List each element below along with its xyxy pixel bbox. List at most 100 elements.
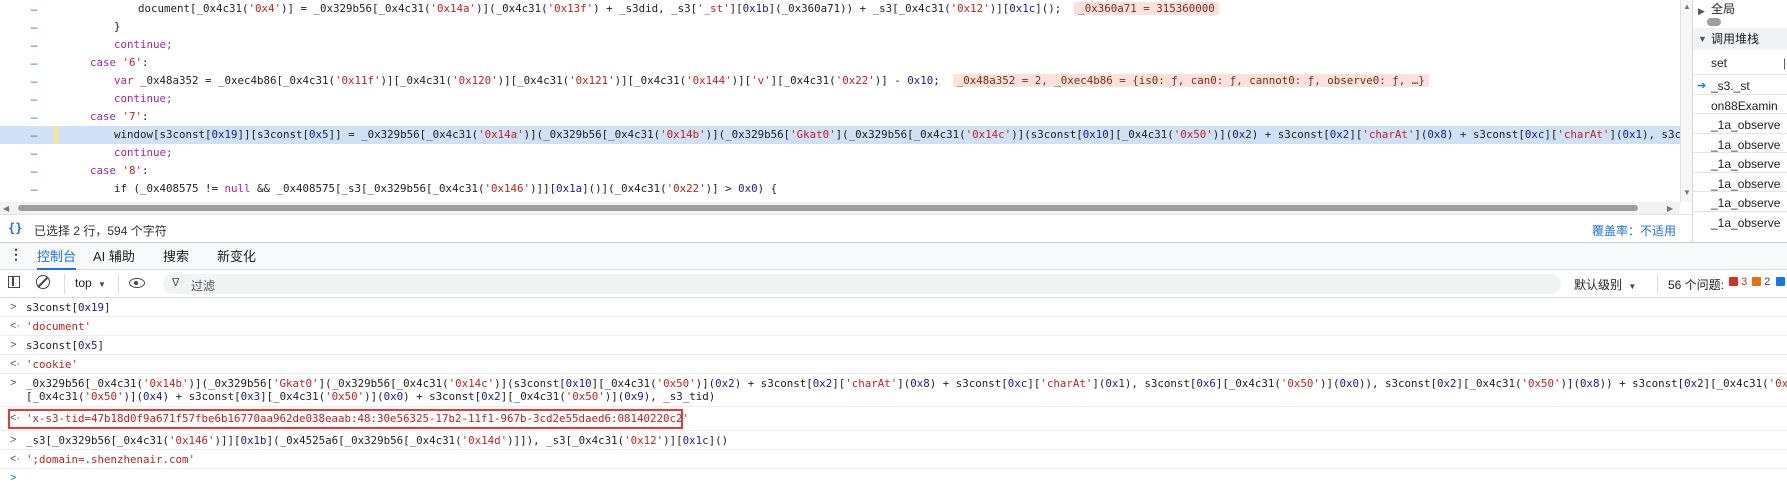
code-token: document[_0x4c31( bbox=[138, 2, 249, 15]
code-token: )][ bbox=[663, 434, 683, 447]
gutter-coverage-mark-icon[interactable]: – bbox=[28, 36, 40, 54]
source-editor[interactable]: – document[_0x4c31('0x4')] = _0x329b56[_0… bbox=[0, 0, 1680, 202]
editor-horizontal-scrollbar[interactable]: ◀ ▶ bbox=[0, 202, 1680, 214]
callstack-set-row[interactable]: set | bbox=[1693, 52, 1787, 74]
coverage-link[interactable]: 覆盖率：不适用 bbox=[1592, 222, 1676, 239]
console-input-entry[interactable]: > _0x329b56[_0x4c31('0x14b')](_0x329b56['… bbox=[0, 374, 1787, 407]
code-token: 0x6 bbox=[1196, 377, 1216, 390]
code-line[interactable]: – var _0x48a352 = _0xec4b86[_0x4c31('0x11… bbox=[0, 72, 1680, 90]
console-result-entry[interactable]: <· 'cookie' bbox=[0, 355, 1787, 374]
code-token: 0x5 bbox=[78, 339, 98, 352]
selection-info: 已选择 2 行，594 个字符 bbox=[34, 224, 167, 238]
code-token: ) { bbox=[757, 182, 778, 195]
console-result-entry[interactable]: <· 'document' bbox=[0, 317, 1787, 336]
gutter-coverage-mark-icon[interactable]: – bbox=[28, 0, 40, 18]
tab-ai-assist[interactable]: AI 辅助 bbox=[93, 243, 135, 270]
context-selector[interactable]: top ▼ bbox=[75, 276, 106, 290]
info-count-badge[interactable] bbox=[1776, 276, 1785, 288]
console-input-entry[interactable]: > _s3[_0x329b56[_0x4c31('0x146')]][0x1b](… bbox=[0, 431, 1787, 450]
scroll-down-arrow-icon[interactable]: ▼ bbox=[1683, 188, 1691, 197]
code-line[interactable]: – if (_0x408575 != null && _0x408575[_s3[… bbox=[0, 180, 1680, 198]
filter-input[interactable]: ∇ 过滤 bbox=[163, 274, 1561, 294]
code-line[interactable]: – window[s3const[0x19]][s3const[0x5]] = _… bbox=[0, 126, 1680, 144]
curly-braces-icon[interactable]: {} bbox=[8, 221, 22, 235]
code-token: case bbox=[90, 56, 123, 69]
code-token: ]][s3const[ bbox=[237, 128, 310, 141]
callstack-frame[interactable]: _1a_observe bbox=[1693, 210, 1787, 233]
warning-count-badge[interactable]: 2 bbox=[1752, 276, 1770, 288]
code-line[interactable]: – case '6': bbox=[0, 54, 1680, 72]
horizontal-scroll-thumb[interactable] bbox=[18, 205, 1638, 211]
clear-console-icon[interactable] bbox=[36, 275, 50, 289]
code-token: '0x50' bbox=[1280, 377, 1320, 390]
code-token: )](s3const[ bbox=[1011, 128, 1083, 141]
tab-search[interactable]: 搜索 bbox=[163, 243, 189, 270]
code-token: 0x5 bbox=[309, 128, 329, 141]
code-token: ';domain=.shenzhenair.com' bbox=[26, 453, 196, 466]
tab-console[interactable]: 控制台 bbox=[37, 243, 77, 270]
code-token: 0xc bbox=[1007, 377, 1028, 390]
code-line[interactable]: – continue; bbox=[0, 144, 1680, 162]
code-text: continue; bbox=[114, 144, 173, 162]
gutter-coverage-mark-icon[interactable]: – bbox=[28, 54, 40, 72]
gutter-coverage-mark-icon[interactable]: – bbox=[28, 144, 40, 162]
issues-button[interactable]: 56 个问题: bbox=[1668, 276, 1724, 293]
console-text: _s3[_0x329b56[_0x4c31('0x146')]][0x1b](_… bbox=[26, 434, 728, 447]
code-line[interactable]: – continue; bbox=[0, 36, 1680, 54]
code-line[interactable]: –} bbox=[0, 18, 1680, 36]
code-token: case bbox=[90, 164, 123, 177]
console-output[interactable]: > s3const[0x19] <·'document' > s3const[0x5] <… bbox=[0, 298, 1787, 503]
code-token: [_0x4c31( bbox=[26, 390, 85, 403]
callstack-title: 调用堆栈 bbox=[1711, 32, 1760, 46]
overflow-marker: | bbox=[1783, 56, 1787, 70]
expand-arrow-icon[interactable]: ▶ bbox=[1698, 0, 1705, 22]
code-token: 0x2 bbox=[1329, 128, 1350, 141]
collapse-arrow-icon[interactable]: ▼ bbox=[1698, 28, 1707, 50]
gutter-coverage-mark-icon[interactable]: – bbox=[28, 72, 40, 90]
scroll-right-arrow-icon[interactable]: ▶ bbox=[1667, 204, 1673, 213]
code-token: ] bbox=[97, 339, 105, 352]
code-token: )] > bbox=[705, 182, 739, 195]
code-text: case '7': bbox=[90, 108, 149, 126]
gutter-coverage-mark-icon[interactable]: – bbox=[28, 108, 40, 126]
collapsed-ellipsis-icon[interactable] bbox=[1707, 18, 1721, 26]
code-token: '0x14a' bbox=[478, 128, 524, 141]
code-line[interactable]: – continue; bbox=[0, 90, 1680, 108]
error-count-badge[interactable]: 3 bbox=[1729, 276, 1747, 288]
code-token: '0x144' bbox=[686, 74, 732, 87]
code-token: continue; bbox=[114, 38, 173, 51]
scroll-up-arrow-icon[interactable]: ▲ bbox=[1683, 2, 1691, 11]
gutter-coverage-mark-icon[interactable]: – bbox=[28, 90, 40, 108]
console-result-entry[interactable]: <· ';domain=.shenzhenair.com' bbox=[0, 450, 1787, 469]
live-expression-eye-icon[interactable] bbox=[129, 278, 145, 288]
gutter-coverage-mark-icon[interactable]: – bbox=[28, 18, 40, 36]
sidebar-toggle-icon[interactable] bbox=[8, 276, 20, 288]
code-token: )]( bbox=[364, 390, 384, 403]
console-input-entry[interactable]: > s3const[0x5] bbox=[0, 336, 1787, 355]
code-token: '0x14c' bbox=[965, 128, 1012, 141]
callstack-section-header[interactable]: ▼ 调用堆栈 bbox=[1693, 28, 1787, 50]
gutter-coverage-mark-icon[interactable]: – bbox=[28, 126, 40, 144]
console-prompt[interactable]: > bbox=[0, 469, 1787, 487]
code-token: ), s3const[ bbox=[1124, 377, 1197, 390]
log-level-dropdown[interactable]: 默认级别 ▼ bbox=[1574, 276, 1636, 293]
code-token: ][_0x4c31( bbox=[1215, 377, 1281, 390]
console-result-entry[interactable]: <·'x-s3-tid=47b18d0f9a671f57fbe6b16770aa… bbox=[0, 407, 1787, 431]
code-text: case '6': bbox=[90, 54, 149, 72]
console-input-entry[interactable]: > s3const[0x19] bbox=[0, 298, 1787, 317]
code-line[interactable]: – document[_0x4c31('0x4')] = _0x329b56[_0… bbox=[0, 0, 1680, 18]
code-token: '0x12' bbox=[624, 434, 664, 447]
scroll-left-arrow-icon[interactable]: ◀ bbox=[3, 204, 9, 213]
code-token: ; bbox=[933, 74, 940, 87]
code-token: '0x146' bbox=[169, 434, 215, 447]
gutter-coverage-mark-icon[interactable]: – bbox=[28, 162, 40, 180]
tab-whats-new[interactable]: 新变化 bbox=[217, 243, 256, 270]
code-token: )]][ bbox=[530, 182, 557, 195]
gutter-coverage-mark-icon[interactable]: – bbox=[28, 180, 40, 198]
prompt-chevron-icon: > bbox=[10, 472, 17, 484]
console-text: 'cookie' bbox=[26, 358, 78, 371]
more-options-icon[interactable]: ⋮ bbox=[9, 246, 23, 263]
code-line[interactable]: – case '7': bbox=[0, 108, 1680, 126]
code-line[interactable]: – case '8': bbox=[0, 162, 1680, 180]
code-token: '0x50' bbox=[1768, 377, 1787, 390]
